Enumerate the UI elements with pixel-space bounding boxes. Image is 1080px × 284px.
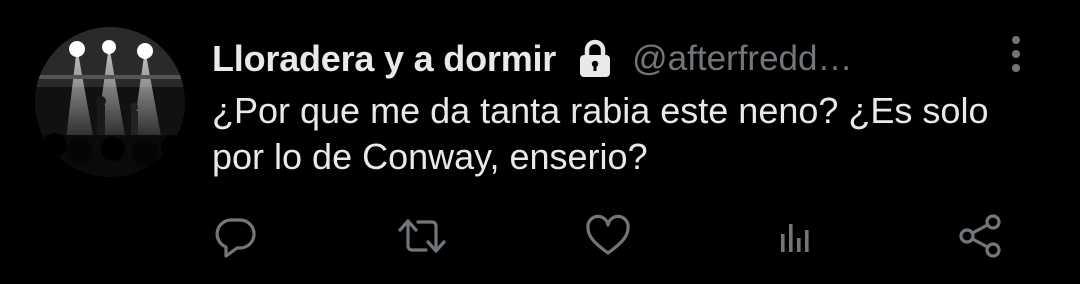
analytics-icon (772, 212, 820, 260)
tweet-header: Lloradera y a dormir @afterfredd… (212, 34, 907, 84)
retweet-icon (396, 212, 448, 260)
reply-button[interactable] (210, 210, 262, 262)
lock-icon (578, 39, 612, 79)
tweet-text: ¿Por que me da tanta rabia este neno? ¿E… (212, 90, 989, 177)
share-button[interactable] (954, 210, 1006, 262)
more-vertical-icon[interactable] (1004, 34, 1028, 78)
tweet-actions (0, 210, 1080, 266)
tweet[interactable]: Lloradera y a dormir @afterfredd… ¿Por q… (0, 0, 1080, 284)
analytics-button[interactable] (770, 210, 822, 262)
retweet-button[interactable] (396, 210, 448, 262)
share-icon (956, 212, 1004, 260)
user-handle[interactable]: @afterfredd… (632, 39, 907, 79)
reply-icon (212, 212, 260, 260)
display-name[interactable]: Lloradera y a dormir (212, 38, 556, 80)
avatar[interactable] (35, 27, 185, 177)
like-button[interactable] (582, 210, 634, 262)
heart-icon (584, 212, 632, 260)
